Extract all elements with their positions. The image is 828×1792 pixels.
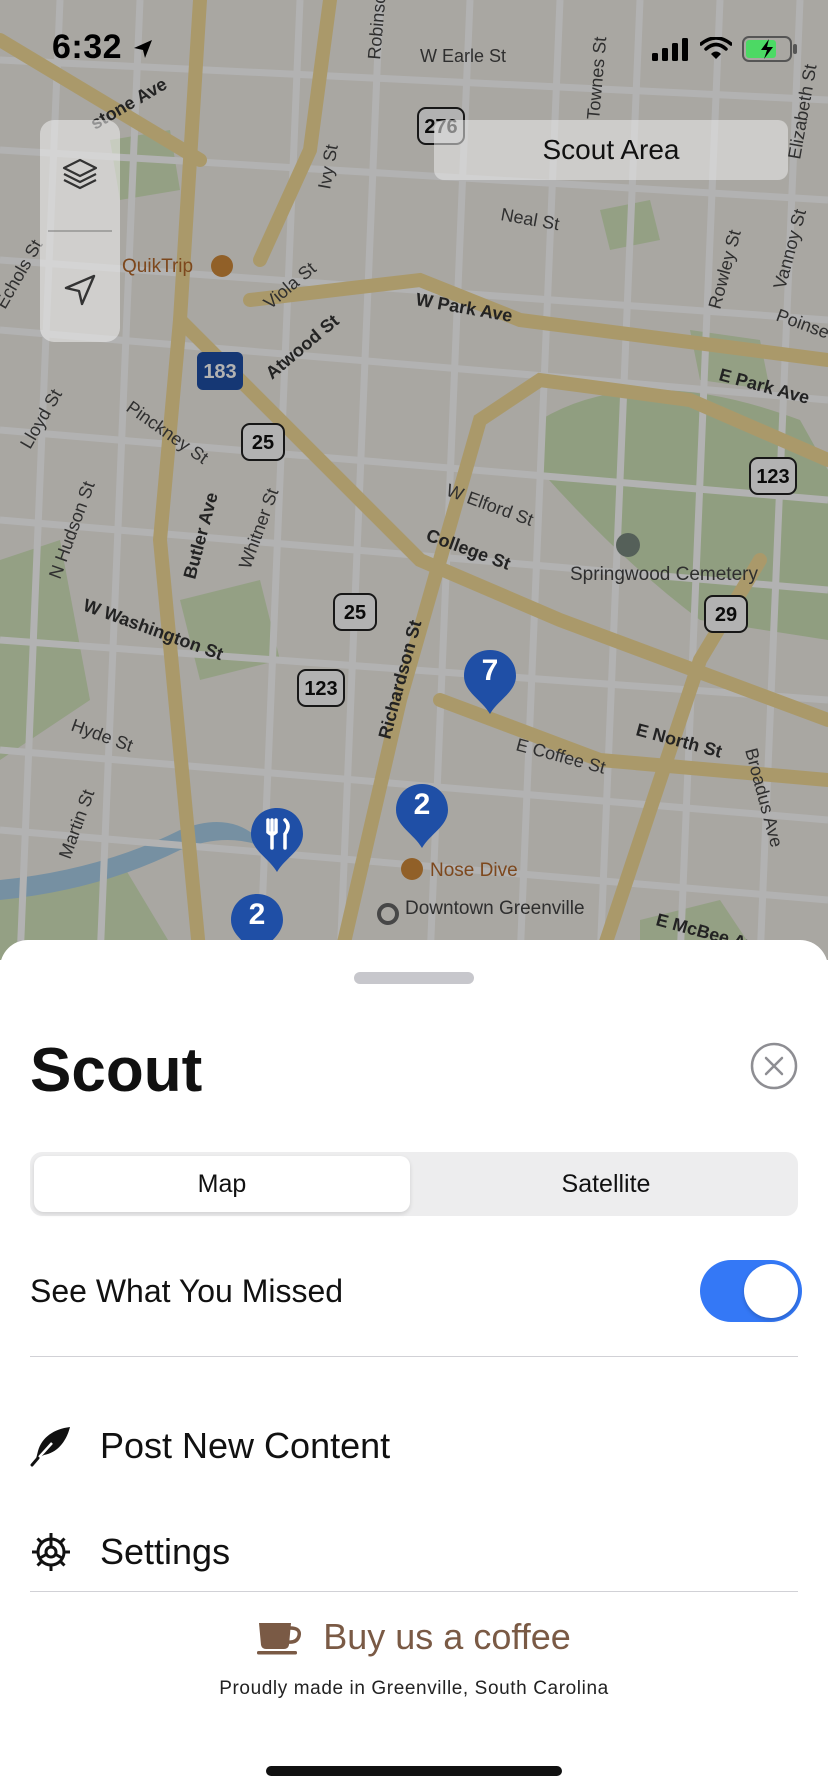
map-poi: Nose Dive [430, 860, 518, 881]
map-type-segmented-control: Map Satellite [30, 1152, 798, 1216]
map-poi: QuikTrip [122, 256, 193, 277]
gear-icon [32, 1533, 70, 1571]
route-shield: 25 [241, 423, 285, 461]
segment-satellite[interactable]: Satellite [418, 1156, 794, 1212]
pin-count: 2 [413, 788, 431, 821]
svg-text:29: 29 [715, 604, 737, 626]
route-shield: 25 [333, 593, 377, 631]
pin-count: 2 [248, 898, 266, 931]
tagline: Proudly made in Greenville, South Caroli… [219, 1678, 609, 1699]
toggle-label: See What You Missed [30, 1272, 344, 1309]
route-shield: 183 [197, 352, 243, 390]
scout-area-button[interactable]: Scout Area [434, 120, 788, 180]
restaurant-pin[interactable] [249, 806, 305, 872]
cluster-pin[interactable]: 2 [394, 782, 450, 848]
divider [30, 1591, 798, 1592]
bottom-sheet: Scout Map Satellite See What You Missed … [0, 940, 828, 1792]
divider [30, 1356, 798, 1357]
route-shield: 123 [749, 457, 797, 495]
route-shield: 123 [297, 669, 345, 707]
wifi-icon [700, 37, 732, 59]
close-icon[interactable] [750, 1042, 798, 1090]
signal-icon [652, 38, 688, 61]
coffee-cup-icon [257, 1623, 302, 1655]
location-arrow-icon[interactable] [60, 270, 100, 310]
feather-icon [30, 1427, 70, 1467]
post-new-content-row[interactable]: Post New Content [30, 1416, 798, 1476]
buy-coffee-button[interactable]: Buy us a coffee [0, 1616, 828, 1658]
layers-icon[interactable] [60, 154, 100, 194]
location-active-icon [134, 40, 152, 58]
sheet-grabber[interactable] [354, 972, 474, 984]
svg-text:25: 25 [252, 432, 274, 454]
svg-text:25: 25 [344, 602, 366, 624]
svg-text:183: 183 [203, 361, 236, 383]
svg-text:123: 123 [304, 678, 337, 700]
map-view[interactable]: W Earle St Townes St Robinson St Elizabe… [0, 0, 828, 960]
toggle-knob [744, 1264, 798, 1318]
map-poi: Downtown Greenville [405, 898, 585, 919]
post-new-content-label: Post New Content [100, 1425, 391, 1466]
status-bar: 6:32 [0, 0, 828, 96]
svg-text:123: 123 [756, 466, 789, 488]
buy-coffee-label: Buy us a coffee [323, 1616, 571, 1657]
settings-label: Settings [100, 1531, 231, 1572]
route-shield: 29 [704, 595, 748, 633]
battery-charging-icon [742, 36, 797, 62]
map-poi: Springwood Cemetery [570, 564, 758, 585]
segment-map[interactable]: Map [34, 1156, 410, 1212]
sheet-title: Scout [30, 1036, 203, 1105]
status-time: 6:32 [52, 28, 123, 66]
fork-knife-icon [251, 808, 303, 872]
pin-count: 7 [481, 654, 499, 687]
home-indicator[interactable] [266, 1766, 562, 1776]
see-what-you-missed-toggle[interactable] [700, 1260, 802, 1322]
controls-divider [48, 230, 112, 232]
settings-row[interactable]: Settings [30, 1522, 798, 1582]
see-what-you-missed-row: See What You Missed [30, 1260, 798, 1322]
cluster-pin[interactable]: 7 [462, 648, 518, 714]
map-controls [40, 120, 120, 342]
